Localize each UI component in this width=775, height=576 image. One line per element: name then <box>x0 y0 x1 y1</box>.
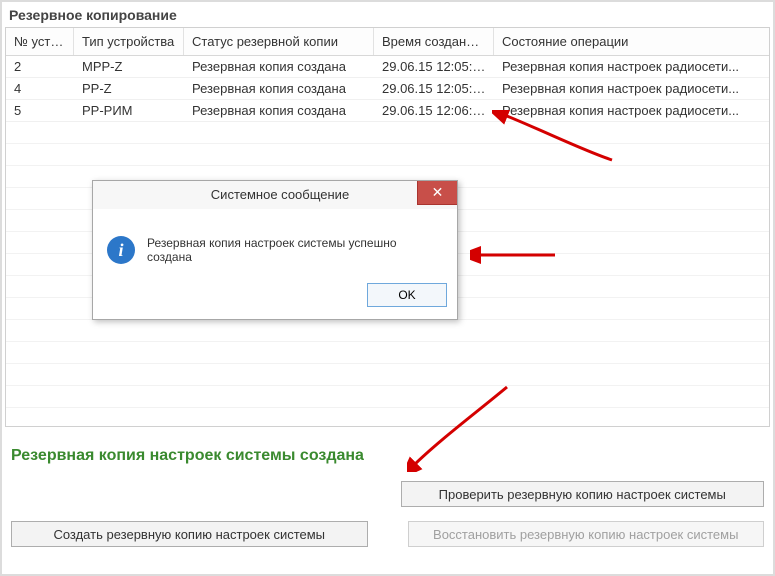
table-row[interactable]: 2 МРР-Z Резервная копия создана 29.06.15… <box>6 56 769 78</box>
cell-type: МРР-Z <box>74 56 184 77</box>
cell-state: Резервная копия настроек радиосети... <box>494 56 769 77</box>
dialog-title-text: Системное сообщение <box>211 187 349 202</box>
cell-status: Резервная копия создана <box>184 56 374 77</box>
system-message-dialog: Системное сообщение ✕ i Резервная копия … <box>92 180 458 320</box>
restore-backup-button: Восстановить резервную копию настроек си… <box>408 521 765 547</box>
cell-num: 4 <box>6 78 74 99</box>
close-icon: ✕ <box>432 184 444 200</box>
col-op-state[interactable]: Состояние операции <box>494 28 769 55</box>
col-created-time[interactable]: Время создания... <box>374 28 494 55</box>
cell-status: Резервная копия создана <box>184 78 374 99</box>
create-backup-button[interactable]: Создать резервную копию настроек системы <box>11 521 368 547</box>
dialog-body: i Резервная копия настроек системы успеш… <box>93 209 457 279</box>
table-row[interactable]: 5 РР-РИМ Резервная копия создана 29.06.1… <box>6 100 769 122</box>
cell-type: РР-РИМ <box>74 100 184 121</box>
info-icon: i <box>107 236 135 264</box>
status-success-text: Резервная копия настроек системы создана <box>5 443 770 469</box>
dialog-message: Резервная копия настроек системы успешно… <box>147 236 443 264</box>
cell-type: РР-Z <box>74 78 184 99</box>
table-row[interactable]: 4 РР-Z Резервная копия создана 29.06.15 … <box>6 78 769 100</box>
dialog-footer: OK <box>93 279 457 319</box>
button-row-2: Создать резервную копию настроек системы… <box>5 519 770 549</box>
button-row-1: Проверить резервную копию настроек систе… <box>5 479 770 509</box>
cell-num: 5 <box>6 100 74 121</box>
cell-num: 2 <box>6 56 74 77</box>
dialog-close-button[interactable]: ✕ <box>417 181 457 205</box>
col-device-number[interactable]: № устр... <box>6 28 74 55</box>
cell-state: Резервная копия настроек радиосети... <box>494 78 769 99</box>
grid-header: № устр... Тип устройства Статус резервно… <box>6 28 769 56</box>
cell-time: 29.06.15 12:05:59 <box>374 78 494 99</box>
cell-state: Резервная копия настроек радиосети... <box>494 100 769 121</box>
col-backup-status[interactable]: Статус резервной копии <box>184 28 374 55</box>
cell-time: 29.06.15 12:05:43 <box>374 56 494 77</box>
dialog-ok-button[interactable]: OK <box>367 283 447 307</box>
dialog-title: Системное сообщение ✕ <box>93 181 457 209</box>
col-device-type[interactable]: Тип устройства <box>74 28 184 55</box>
panel-title: Резервное копирование <box>5 5 770 27</box>
cell-time: 29.06.15 12:06:10 <box>374 100 494 121</box>
cell-status: Резервная копия создана <box>184 100 374 121</box>
verify-backup-button[interactable]: Проверить резервную копию настроек систе… <box>401 481 765 507</box>
